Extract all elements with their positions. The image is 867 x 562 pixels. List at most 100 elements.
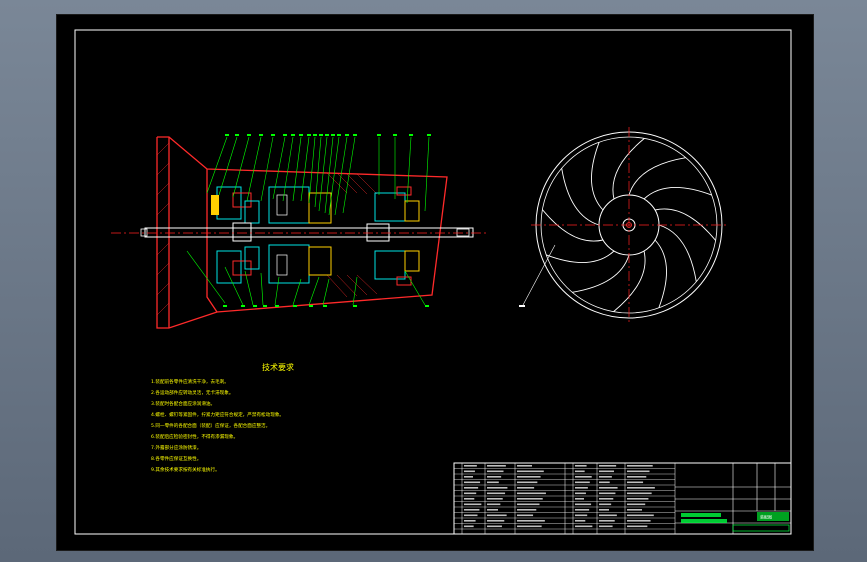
- tech-req-line: 2.各运动部件应转动灵活，无卡滞现象。: [151, 389, 233, 396]
- parts-list-cell-mark: [487, 487, 508, 489]
- fan-blade: [572, 254, 630, 293]
- parts-list-cell-mark: [599, 481, 610, 484]
- gear-set-left: [211, 186, 260, 284]
- parts-list-cell-mark: [517, 503, 540, 506]
- parts-list-cell-mark: [627, 498, 649, 500]
- fan-blade: [561, 168, 600, 226]
- parts-list-cell-mark: [464, 525, 474, 528]
- parts-list-cell-mark: [464, 487, 479, 489]
- fan-view: [519, 127, 727, 323]
- parts-list-cell-mark: [599, 487, 618, 489]
- parts-list-cell-mark: [627, 514, 654, 517]
- housing-outline: [156, 136, 448, 329]
- parts-list-cell-mark: [487, 470, 504, 473]
- gear-set-right: [374, 186, 420, 286]
- leader-lines-top: [206, 136, 430, 216]
- tech-req-line: 8.各零件应保证互换性。: [151, 455, 201, 462]
- parts-list-cell-mark: [487, 509, 498, 511]
- parts-list-cell-mark: [627, 481, 644, 484]
- section-view: [111, 134, 489, 329]
- parts-list-cell-mark: [517, 525, 542, 528]
- parts-list-cell-mark: [464, 476, 473, 478]
- parts-list-cell-mark: [575, 492, 586, 495]
- parts-list-cell-mark: [627, 520, 651, 522]
- parts-list-cell-mark: [627, 470, 650, 473]
- parts-list-cell-mark: [599, 470, 614, 473]
- parts-list-cell-mark: [575, 509, 590, 511]
- title-block: 装配图: [453, 462, 792, 535]
- fan-blade: [591, 142, 604, 211]
- assembly-drawing: 技术要求 1.装配前各零件应清洗干净，去毛刺。 2.各运动部件应转动灵活，无卡滞…: [74, 29, 792, 535]
- parts-list-cell-mark: [487, 498, 503, 500]
- parts-list-cell-mark: [464, 503, 482, 506]
- parts-list-cell-mark: [627, 503, 646, 506]
- parts-list-cell-mark: [517, 520, 545, 522]
- parts-list-cell-mark: [517, 476, 541, 478]
- parts-list-cell-mark: [599, 503, 612, 506]
- green-stamp-2: [681, 519, 727, 523]
- parts-list-cell-mark: [599, 492, 616, 495]
- parts-list-cell-mark: [575, 470, 585, 473]
- parts-list-cell-mark: [599, 465, 617, 467]
- parts-list-cell-mark: [464, 470, 475, 473]
- parts-list-cell-mark: [575, 476, 592, 478]
- parts-list-cell-mark: [517, 465, 532, 467]
- parts-list-cell-mark: [599, 514, 617, 517]
- tech-req-line: 3.装配时各配合面应涂润滑油。: [151, 400, 215, 407]
- title-area-grid: [675, 463, 791, 534]
- tech-req-line: 4.螺栓、螺钉等紧固件，拧紧力矩应符合规定，严禁有松动现象。: [151, 411, 284, 418]
- parts-list-cell-mark: [487, 492, 506, 495]
- parts-list-cell-mark: [464, 509, 480, 511]
- parts-list-cell-mark: [627, 492, 652, 495]
- technical-requirements: 技术要求 1.装配前各零件应清洗干净，去毛刺。 2.各运动部件应转动灵活，无卡滞…: [151, 362, 294, 473]
- parts-list-cell-mark: [599, 498, 614, 500]
- tech-req-line: 9.其余技术要求按有关标准执行。: [151, 466, 220, 473]
- parts-list-cell-mark: [464, 514, 478, 517]
- parts-list-cell-mark: [487, 481, 499, 484]
- parts-list-cell-mark: [575, 525, 593, 528]
- parts-list-cell-mark: [517, 514, 534, 517]
- parts-list-cell-mark: [517, 498, 543, 500]
- fan-callout: [519, 305, 525, 307]
- parts-list-cell-mark: [464, 498, 475, 500]
- parts-list-cell-mark: [464, 465, 477, 467]
- parts-list-cell-mark: [517, 509, 537, 511]
- parts-list-cell-mark: [599, 476, 612, 478]
- tech-req-title: 技术要求: [262, 362, 294, 372]
- tech-req-line: 6.装配后应检验密封性，不得有渗漏现象。: [151, 433, 238, 440]
- cad-viewport[interactable]: 技术要求 1.装配前各零件应清洗干净，去毛刺。 2.各运动部件应转动灵活，无卡滞…: [56, 14, 814, 551]
- tech-req-line: 7.外露部分应涂防锈漆。: [151, 444, 201, 451]
- fan-blade: [654, 239, 667, 308]
- parts-list-cell-mark: [487, 520, 505, 522]
- fan-blade: [546, 250, 615, 263]
- parts-list-cell-mark: [627, 509, 642, 511]
- parts-list-cell-mark: [517, 487, 535, 489]
- parts-list-cell-mark: [464, 520, 476, 522]
- parts-list-cell-mark: [575, 465, 587, 467]
- parts-list-cell-mark: [487, 525, 502, 528]
- tech-req-line: 5.同一零件的各配合面（装配）应保证，各配合面应整洁。: [151, 422, 270, 429]
- parts-list-cell-mark: [575, 520, 586, 522]
- parts-list-cell-mark: [464, 492, 477, 495]
- parts-list-cell-mark: [627, 487, 655, 489]
- parts-list-cell-mark: [599, 525, 613, 528]
- parts-list-cell-mark: [575, 498, 584, 500]
- parts-list-cell-mark: [487, 465, 506, 467]
- parts-list-cell-mark: [464, 481, 481, 484]
- parts-list-cell-mark: [599, 509, 609, 511]
- parts-list-cell-mark: [487, 514, 507, 517]
- parts-list-cell-mark: [517, 470, 544, 473]
- fan-blade: [658, 224, 697, 282]
- parts-list-cell-mark: [599, 520, 615, 522]
- leader-lines-bottom: [186, 250, 426, 306]
- parts-list-cell-mark: [627, 525, 648, 528]
- green-stamp-1: [681, 513, 721, 517]
- parts-list-cell-mark: [517, 492, 546, 495]
- parts-list-cell-mark: [487, 503, 501, 506]
- green-stamp-3: [732, 524, 790, 532]
- parts-list-cell-mark: [575, 503, 592, 506]
- parts-list-cell-mark: [627, 465, 653, 467]
- parts-list-cell-mark: [487, 476, 502, 478]
- fan-blade: [628, 157, 686, 196]
- main-shaft: [140, 222, 474, 242]
